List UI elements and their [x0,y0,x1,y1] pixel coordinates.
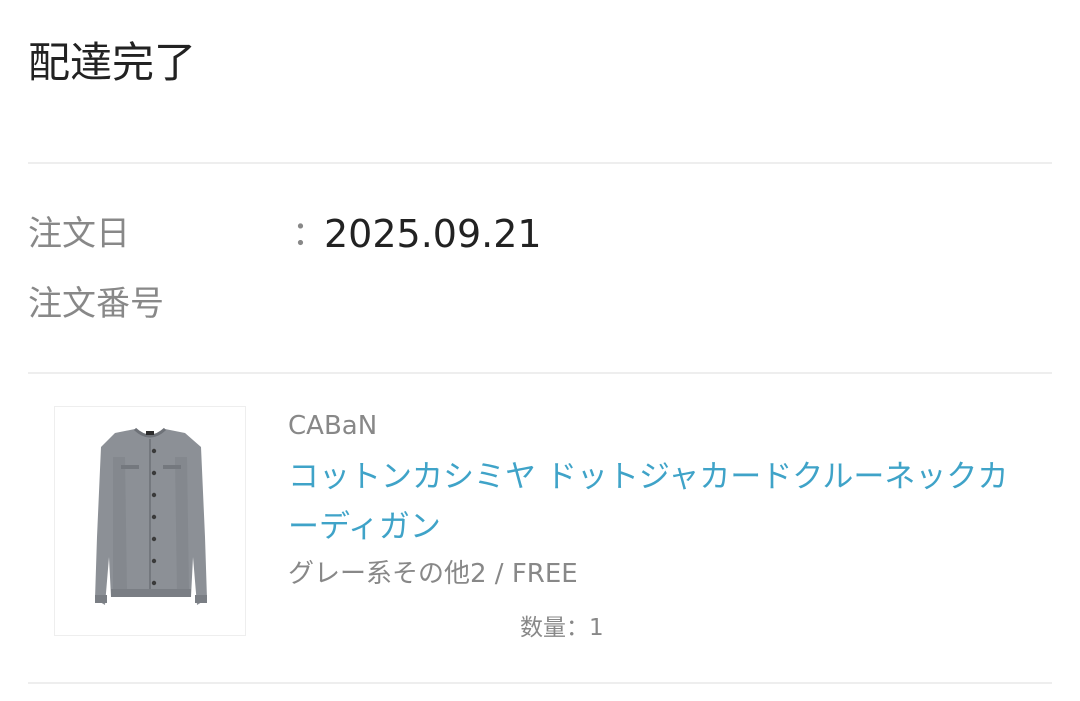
product-brand: CABaN [288,411,378,441]
product-variant: グレー系その他2 / FREE [288,559,578,589]
divider [28,682,1052,684]
cardigan-image-icon [95,427,207,605]
divider [28,372,1052,374]
product-quantity: 数量：1 [520,615,604,641]
order-date-row: 注文日 ： 2025.09.21 [28,204,1028,264]
order-date-colon: ： [292,214,326,254]
delivery-status-title: 配達完了 [28,38,197,87]
divider [28,162,1052,164]
product-image[interactable] [54,406,246,636]
order-date-label: 注文日 [28,214,130,254]
product-name-link[interactable]: コットンカシミヤ ドットジャカードクルーネックカーディガン [288,452,1028,552]
order-date-value: 2025.09.21 [324,212,542,256]
order-number-row: 注文番号 [28,274,1028,334]
order-number-label: 注文番号 [28,284,164,324]
